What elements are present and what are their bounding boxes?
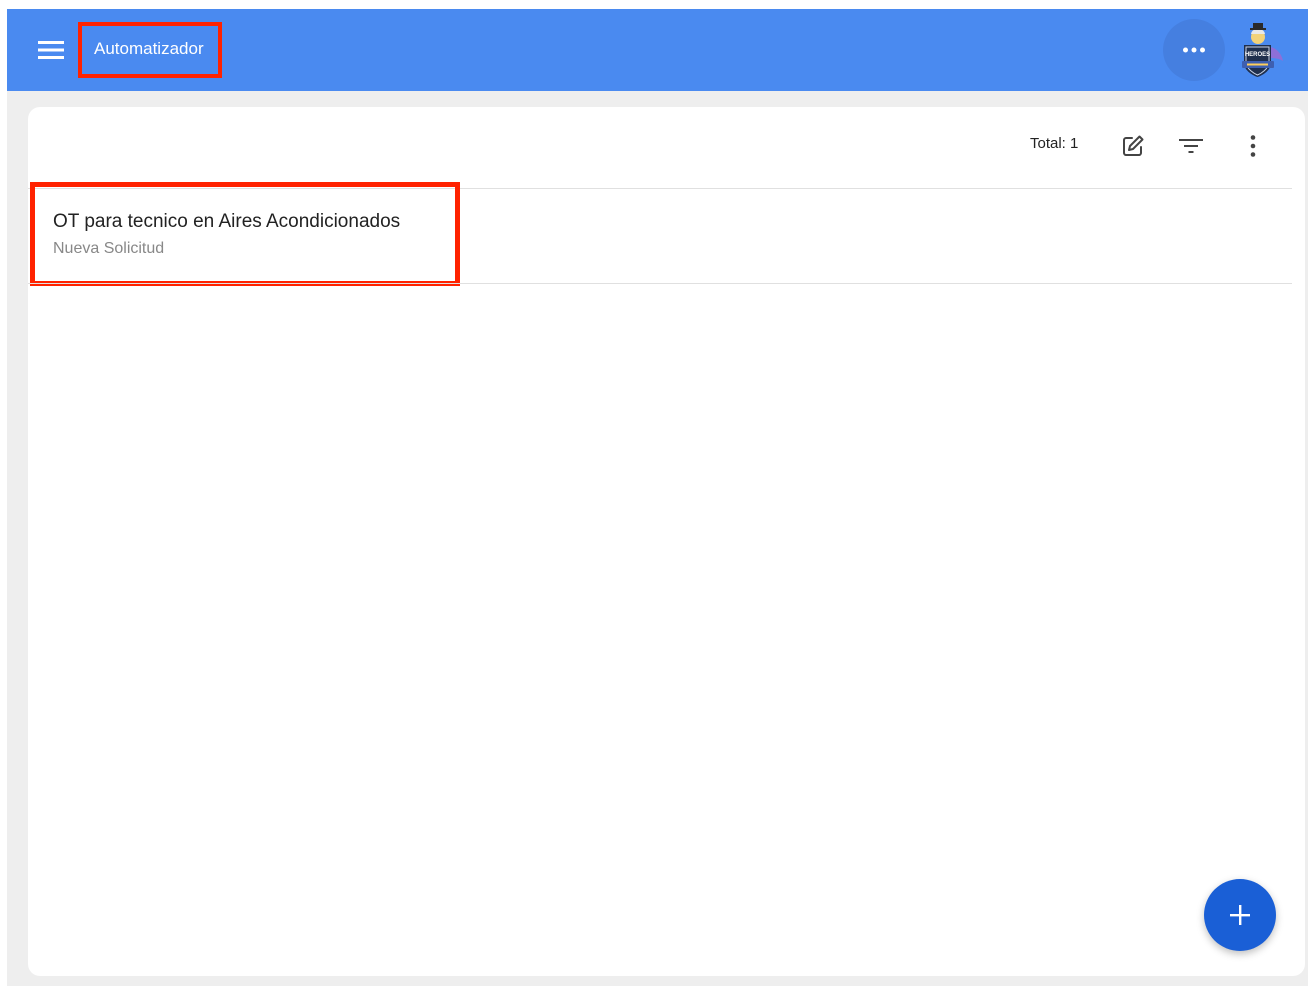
more-options-button[interactable] bbox=[1163, 19, 1225, 81]
content-card: Total: 1 OT para tecnico en Aires Acondi… bbox=[28, 107, 1305, 976]
page-title: Automatizador bbox=[94, 39, 204, 58]
edit-button[interactable] bbox=[1118, 131, 1148, 161]
avatar[interactable]: HEROES bbox=[1229, 21, 1287, 79]
heroes-avatar-icon: HEROES bbox=[1242, 23, 1283, 77]
add-button[interactable] bbox=[1204, 879, 1276, 951]
list-item[interactable]: OT para tecnico en Aires Acondicionados … bbox=[28, 189, 1292, 283]
list-divider-bottom bbox=[28, 283, 1292, 284]
hamburger-menu-icon bbox=[38, 41, 64, 59]
total-count: Total: 1 bbox=[1030, 135, 1079, 152]
more-vertical-icon bbox=[1250, 135, 1256, 157]
plus-icon bbox=[1230, 905, 1250, 925]
app-frame: Automatizador HEROES Total: 1 OT para te… bbox=[7, 9, 1308, 986]
list-item-title: OT para tecnico en Aires Acondicionados bbox=[53, 211, 401, 232]
menu-button[interactable] bbox=[34, 34, 68, 66]
more-vertical-button[interactable] bbox=[1238, 131, 1268, 161]
app-bar: Automatizador HEROES bbox=[7, 9, 1308, 91]
avatar-badge-text: HEROES bbox=[1245, 52, 1270, 58]
list-item-subtitle: Nueva Solicitud bbox=[53, 240, 165, 257]
filter-button[interactable] bbox=[1176, 131, 1206, 161]
filter-icon bbox=[1179, 139, 1203, 153]
more-horizontal-icon bbox=[1183, 47, 1205, 53]
edit-icon bbox=[1123, 135, 1144, 156]
